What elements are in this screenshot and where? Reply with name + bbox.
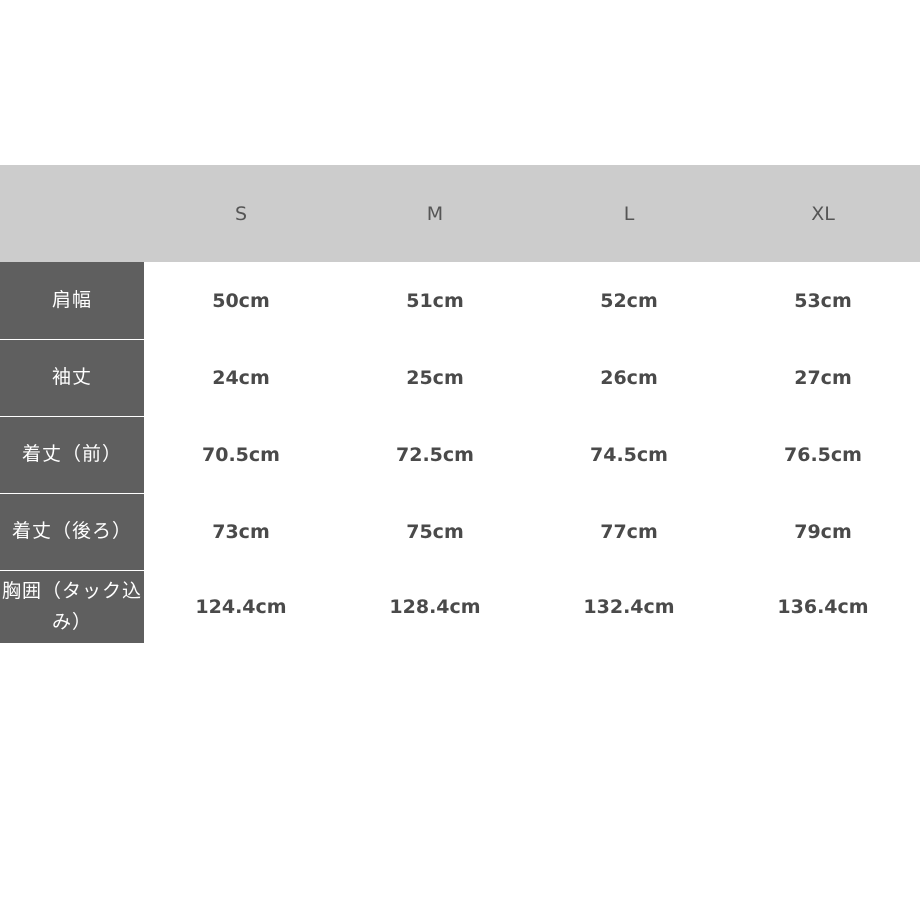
value-cell: 128.4cm (389, 595, 481, 618)
value-cell: 25cm (406, 366, 464, 389)
value-cell: 70.5cm (202, 443, 280, 466)
value-cell: 24cm (212, 366, 270, 389)
value-cell: 26cm (600, 366, 658, 389)
value-cell: 50cm (212, 289, 270, 312)
value-cell: 136.4cm (777, 595, 869, 618)
size-header-m: M (426, 202, 444, 225)
value-cell: 132.4cm (583, 595, 675, 618)
value-cell: 73cm (212, 520, 270, 543)
row-label: 着丈（前） (0, 416, 144, 494)
row-label: 胸囲（タック込み） (0, 570, 144, 643)
table-row-chest: 胸囲（タック込み） 124.4cm 128.4cm 132.4cm 136.4c… (0, 570, 920, 643)
table-row-front-length: 着丈（前） 70.5cm 72.5cm 74.5cm 76.5cm (0, 416, 920, 494)
value-cell: 77cm (600, 520, 658, 543)
value-cell: 72.5cm (396, 443, 474, 466)
table-row-back-length: 着丈（後ろ） 73cm 75cm 77cm 79cm (0, 493, 920, 571)
size-chart-table: S M L XL 肩幅 50cm 51cm 52cm 53cm 袖丈 24cm … (0, 165, 920, 643)
value-cell: 53cm (794, 289, 852, 312)
header-corner-cell (0, 165, 144, 262)
size-header-s: S (234, 202, 248, 225)
value-cell: 74.5cm (590, 443, 668, 466)
value-cell: 75cm (406, 520, 464, 543)
row-label: 袖丈 (0, 339, 144, 417)
value-cell: 51cm (406, 289, 464, 312)
size-header-xl: XL (811, 202, 835, 225)
table-row-shoulder-width: 肩幅 50cm 51cm 52cm 53cm (0, 262, 920, 340)
row-label: 着丈（後ろ） (0, 493, 144, 571)
size-header-l: L (623, 202, 635, 225)
value-cell: 76.5cm (784, 443, 862, 466)
value-cell: 52cm (600, 289, 658, 312)
value-cell: 27cm (794, 366, 852, 389)
table-row-sleeve-length: 袖丈 24cm 25cm 26cm 27cm (0, 339, 920, 417)
value-cell: 124.4cm (195, 595, 287, 618)
row-label: 肩幅 (0, 262, 144, 340)
value-cell: 79cm (794, 520, 852, 543)
size-header-row: S M L XL (0, 165, 920, 262)
